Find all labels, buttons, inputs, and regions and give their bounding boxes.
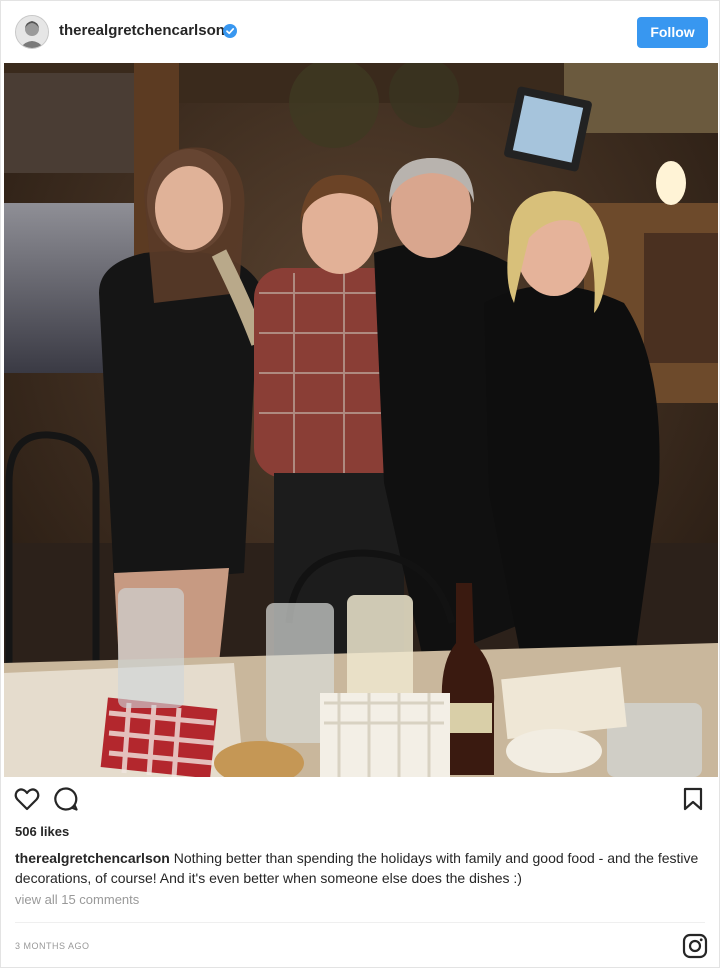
like-count[interactable]: 506 likes: [15, 824, 69, 839]
view-comments-link[interactable]: view all 15 comments: [15, 892, 139, 907]
comment-icon[interactable]: [53, 786, 79, 812]
post-timestamp: 3 MONTHS AGO: [15, 941, 90, 951]
caption-username[interactable]: therealgretchencarlson: [15, 850, 170, 866]
verified-badge-icon: [223, 24, 237, 38]
family-restaurant-photo: [4, 63, 718, 777]
instagram-post-card: therealgretchencarlson Follow 506 likes …: [0, 0, 720, 968]
avatar[interactable]: [15, 15, 49, 49]
avatar-portrait-icon: [16, 16, 48, 48]
post-photo[interactable]: [4, 63, 718, 777]
post-header: therealgretchencarlson Follow: [1, 1, 719, 63]
post-caption: therealgretchencarlson Nothing better th…: [15, 848, 705, 888]
follow-button[interactable]: Follow: [637, 17, 708, 48]
instagram-icon[interactable]: [682, 933, 708, 959]
bookmark-icon[interactable]: [682, 787, 704, 811]
action-bar: [1, 781, 719, 821]
heart-icon[interactable]: [14, 787, 40, 811]
post-username[interactable]: therealgretchencarlson: [59, 22, 225, 39]
divider: [15, 922, 705, 923]
